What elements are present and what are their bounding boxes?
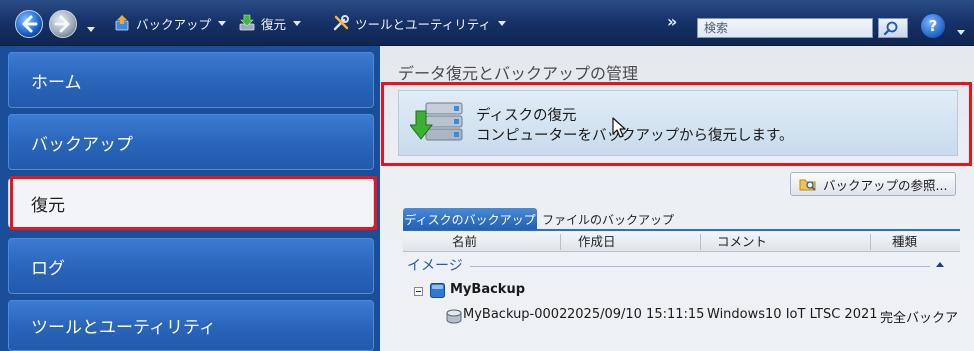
table-row-created: 2025/09/10 15:11:15	[567, 307, 705, 322]
column-divider[interactable]	[560, 234, 561, 250]
page-title: データ復元とバックアップの管理	[398, 64, 639, 83]
chevron-down-icon	[957, 30, 965, 35]
chevron-down-icon	[218, 20, 227, 26]
help-button[interactable]: ?	[921, 14, 945, 38]
help-icon: ?	[928, 17, 938, 35]
sidebar-item-home[interactable]: ホーム	[8, 52, 374, 108]
tab-label: ファイルのバックアップ	[541, 212, 674, 227]
column-header-created[interactable]: 作成日	[578, 232, 616, 252]
column-divider[interactable]	[700, 234, 701, 250]
disk-restore-icon	[408, 99, 466, 147]
sidebar-item-log[interactable]: ログ	[8, 238, 374, 294]
menu-tools-label: ツールとユーティリティ	[355, 16, 492, 32]
column-header-name[interactable]: 名前	[452, 232, 477, 252]
app-window: バックアップ 復元 ツールとユーティリティ » ? ホーム バックアップ 復元 …	[0, 0, 974, 351]
group-divider	[470, 266, 930, 267]
back-arrow-icon	[15, 10, 43, 38]
browse-icon	[799, 176, 817, 192]
menu-tools[interactable]: ツールとユーティリティ	[332, 13, 507, 33]
chevron-down-icon	[87, 27, 95, 32]
sidebar-item-label: ログ	[31, 258, 65, 279]
tree-node-mybackup[interactable]: MyBackup	[450, 282, 525, 297]
forward-button[interactable]	[48, 9, 78, 39]
sidebar-item-label: 復元	[31, 195, 65, 216]
backup-archive-icon	[430, 283, 445, 298]
history-dropdown[interactable]	[80, 19, 95, 38]
chevron-down-icon	[498, 20, 507, 26]
forward-arrow-icon	[49, 10, 77, 38]
tab-label: ディスクのバックアップ	[404, 212, 536, 227]
sidebar-item-label: ツールとユーティリティ	[31, 318, 216, 338]
chevron-down-icon	[293, 20, 302, 26]
menu-backup-label: バックアップ	[136, 16, 212, 32]
browse-backups-button[interactable]: バックアップの参照...	[790, 172, 956, 196]
column-header-comment[interactable]: コメント	[717, 232, 767, 252]
table-row-type: 完全バックア	[880, 311, 959, 326]
search-button[interactable]	[878, 18, 908, 38]
sidebar-item-tools[interactable]: ツールとユーティリティ	[8, 300, 374, 351]
tab-file-backups[interactable]: ファイルのバックアップ	[541, 208, 675, 230]
sidebar-item-label: ホーム	[31, 72, 82, 93]
menu-restore-label: 復元	[261, 16, 287, 32]
tab-disk-backups[interactable]: ディスクのバックアップ	[403, 208, 537, 230]
menu-backup[interactable]: バックアップ	[113, 13, 227, 33]
backup-icon	[113, 14, 131, 32]
table-row-name[interactable]: MyBackup-0002	[463, 307, 567, 322]
search-icon	[883, 21, 898, 36]
sidebar-item-backup[interactable]: バックアップ	[8, 114, 374, 170]
mouse-cursor	[612, 117, 628, 139]
tools-icon	[332, 14, 350, 32]
restore-icon	[238, 14, 256, 32]
column-divider[interactable]	[870, 234, 871, 250]
search-input[interactable]	[697, 18, 873, 38]
task-title: ディスクの復元	[476, 108, 577, 124]
column-header-type[interactable]: 種類	[892, 232, 917, 252]
browse-button-label: バックアップの参照...	[823, 177, 948, 193]
table-row-comment: Windows10 IoT LTSC 2021	[707, 307, 878, 322]
group-header-images[interactable]: イメージ	[407, 255, 463, 275]
toolbar-overflow-button[interactable]: »	[667, 12, 677, 31]
help-dropdown[interactable]	[950, 22, 965, 41]
table-header	[403, 232, 960, 252]
task-description: コンピューターをバックアップから復元します。	[476, 128, 794, 144]
disk-image-icon	[446, 309, 462, 324]
back-button[interactable]	[14, 9, 44, 39]
chevron-up-icon[interactable]	[936, 262, 944, 267]
tree-collapse-icon[interactable]	[414, 287, 423, 296]
sidebar-item-label: バックアップ	[31, 134, 133, 155]
sidebar-item-restore[interactable]: 復元	[8, 178, 374, 228]
menu-restore[interactable]: 復元	[238, 13, 302, 33]
